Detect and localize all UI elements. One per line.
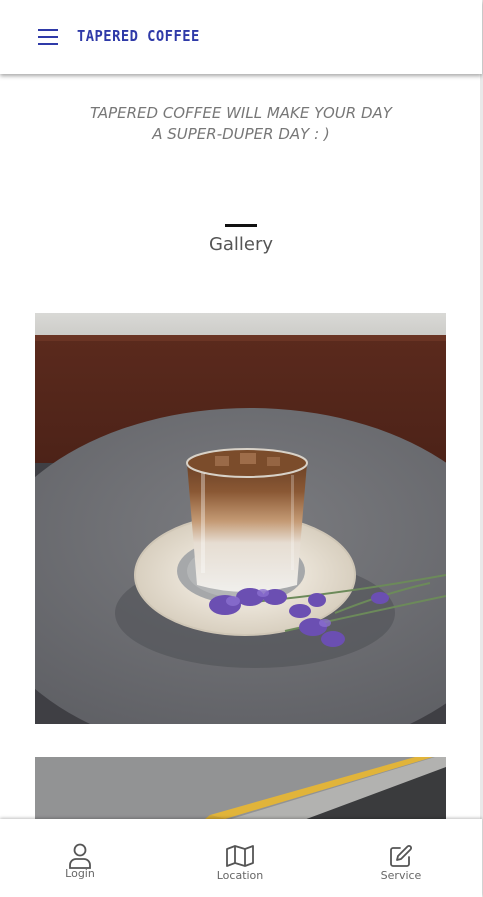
tagline-line-2: A SUPER-DUPER DAY : ) xyxy=(152,125,330,143)
hamburger-menu-icon[interactable] xyxy=(38,29,58,45)
bottom-navigation: Login Location Service xyxy=(0,819,482,897)
nav-service[interactable]: Service xyxy=(361,819,441,897)
app-header: TAPERED COFFEE xyxy=(0,0,482,74)
nav-service-label: Service xyxy=(380,869,422,882)
edit-icon xyxy=(390,845,412,867)
section-divider xyxy=(225,224,257,227)
tagline: TAPERED COFFEE WILL MAKE YOUR DAY A SUPE… xyxy=(0,103,482,145)
nav-location-label: Location xyxy=(216,869,264,882)
nav-login-label: Login xyxy=(65,867,95,880)
map-icon xyxy=(226,845,254,867)
page: TAPERED COFFEE TAPERED COFFEE WILL MAKE … xyxy=(0,0,483,897)
brand-title[interactable]: TAPERED COFFEE xyxy=(77,27,200,45)
user-icon xyxy=(69,843,91,869)
nav-login[interactable]: Login xyxy=(40,819,120,897)
gallery-image-latte[interactable] xyxy=(35,313,446,724)
gallery-title: Gallery xyxy=(208,234,274,255)
tagline-line-1: TAPERED COFFEE WILL MAKE YOUR DAY xyxy=(90,104,392,122)
gallery-image-pavement[interactable] xyxy=(35,757,446,827)
nav-location[interactable]: Location xyxy=(200,819,280,897)
